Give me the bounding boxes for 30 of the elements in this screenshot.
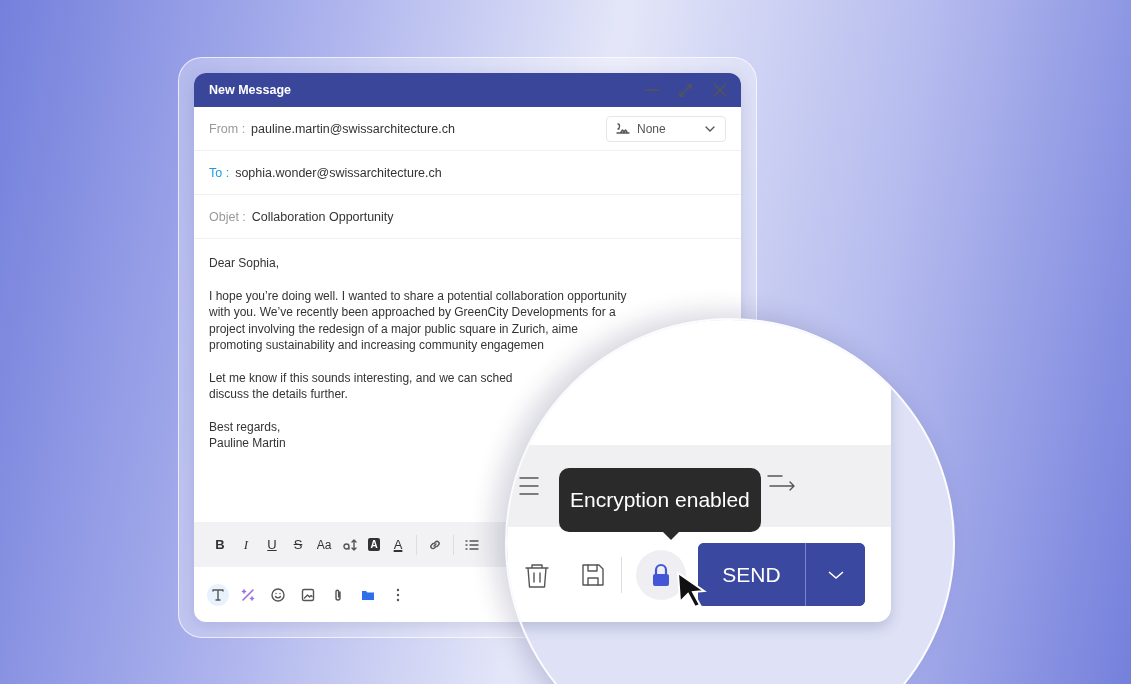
field-label: Objet : — [209, 209, 246, 224]
tooltip-pointer — [663, 532, 679, 540]
field-label: From : — [209, 121, 246, 136]
body-text: with you. We’ve recently been approached by GreenCity Developments for a — [209, 304, 616, 321]
body-text: Let me know if this sounds interesting, and we can sched — [209, 369, 513, 386]
window-title: New Message — [209, 83, 292, 97]
highlight-button[interactable]: A — [368, 538, 380, 551]
underline-button[interactable]: U — [264, 537, 280, 552]
strike-button[interactable]: S — [290, 537, 306, 552]
field-value[interactable]: Collaboration Opportunity — [251, 209, 726, 224]
body-text: Dear Sophia, — [209, 255, 280, 272]
text-size-icon[interactable] — [342, 536, 358, 553]
lock-icon — [651, 562, 671, 587]
body-text: I hope you’re doing well. I wanted to share a potential collaboration opportunity — [209, 287, 627, 304]
color-button[interactable]: A — [390, 537, 406, 552]
italic-button[interactable]: I — [238, 536, 254, 553]
body-text: Pauline Martin — [209, 435, 286, 452]
body-text: promoting sustainability and increasing community engagemen — [209, 337, 544, 354]
encryption-button[interactable] — [636, 549, 686, 600]
field-value[interactable]: pauline.martin@swissarchitecture.ch — [251, 121, 600, 136]
signature-icon[interactable] — [615, 120, 631, 137]
bold-button[interactable]: B — [212, 537, 228, 552]
field-value[interactable]: sophia.wonder@swissarchitecture.ch — [235, 165, 726, 180]
body-text: discuss the details further. — [209, 386, 348, 403]
body-text: Best regards, — [209, 418, 281, 435]
field-label: To : — [209, 165, 230, 180]
tooltip: Encryption enabled — [559, 468, 761, 532]
case-button[interactable]: Aa — [316, 537, 332, 552]
body-text: project involving the redesign of a major public square in Zurich, aime — [209, 320, 578, 337]
signature-dropdown[interactable]: None — [606, 115, 726, 142]
